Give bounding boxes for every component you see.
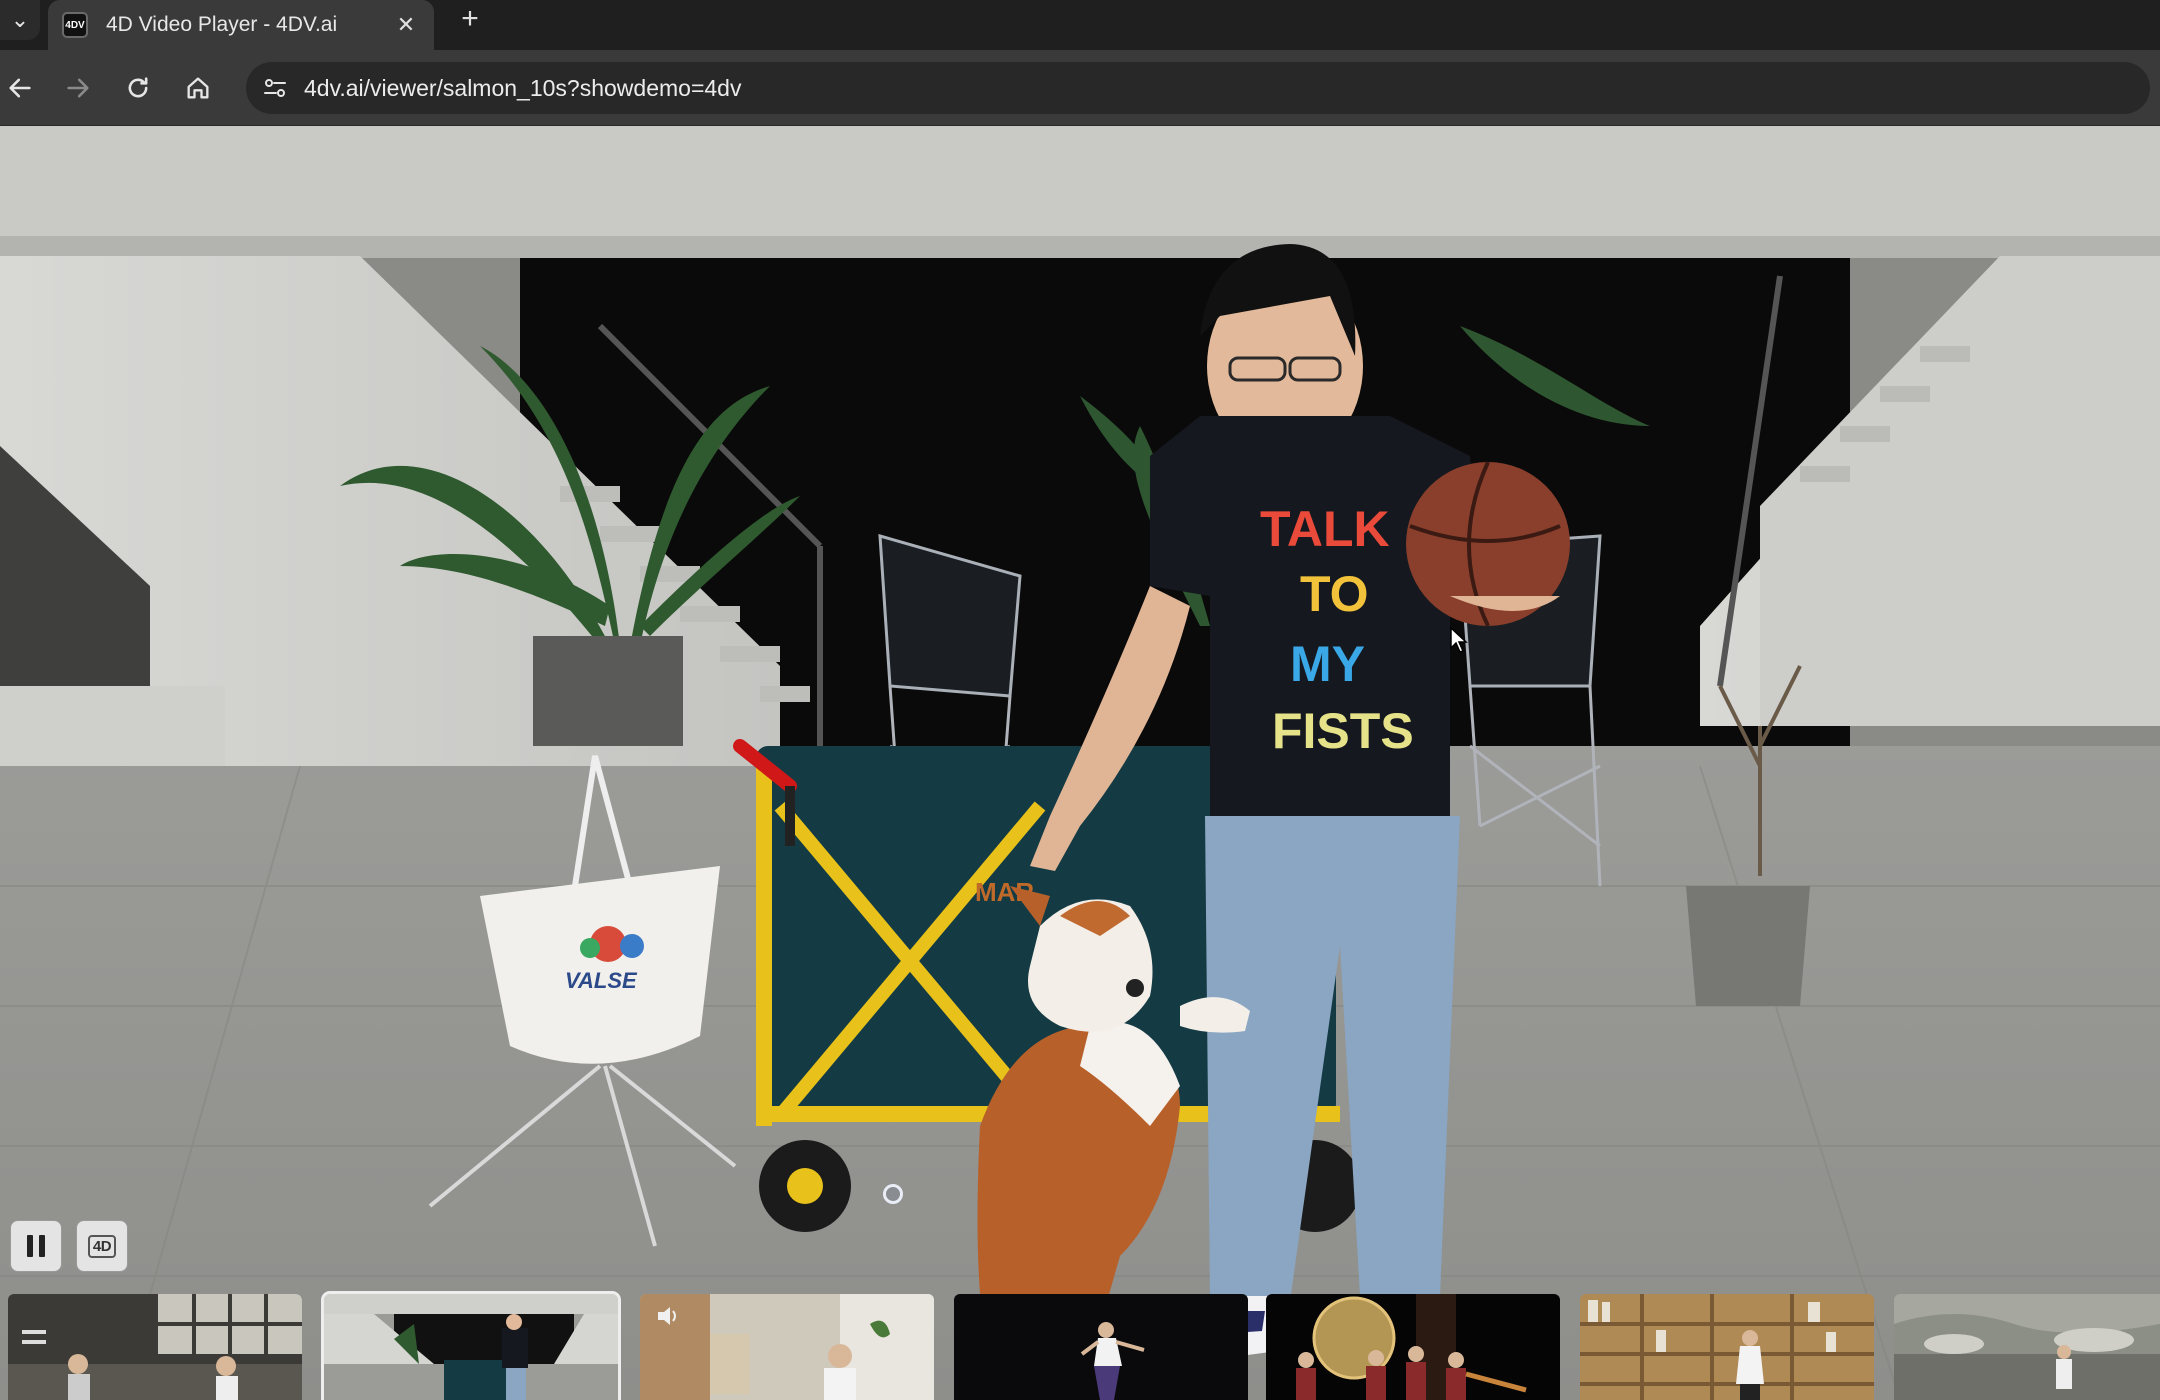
svg-text:FISTS: FISTS bbox=[1272, 703, 1414, 759]
thumbnail-image bbox=[1894, 1294, 2160, 1400]
thumbnail-image bbox=[8, 1294, 302, 1400]
video-thumbnail-living-room[interactable] bbox=[640, 1294, 934, 1400]
back-button[interactable] bbox=[0, 68, 40, 108]
tab-strip: ⌄ 4DV 4D Video Player - 4DV.ai ✕ + bbox=[0, 0, 2160, 50]
pause-icon bbox=[27, 1235, 45, 1257]
video-thumbnail-courtyard[interactable] bbox=[321, 1291, 621, 1400]
svg-text:MY: MY bbox=[1290, 636, 1365, 692]
arrow-right-icon bbox=[67, 78, 89, 98]
thumbnail-image bbox=[1580, 1294, 1874, 1400]
site-settings-icon bbox=[264, 79, 286, 97]
forward-button[interactable] bbox=[58, 68, 98, 108]
tab-search-button[interactable]: ⌄ bbox=[0, 0, 40, 40]
video-thumbnail-bookshelf[interactable] bbox=[1580, 1294, 1874, 1400]
thumbnail-image bbox=[640, 1294, 934, 1400]
tab-title: 4D Video Player - 4DV.ai bbox=[106, 13, 338, 36]
chevron-down-icon: ⌄ bbox=[10, 7, 30, 32]
browser-toolbar: 4dv.ai/viewer/salmon_10s?showdemo=4dv bbox=[0, 50, 2160, 126]
video-thumbnail-outdoor[interactable] bbox=[1894, 1294, 2160, 1400]
svg-text:TO: TO bbox=[1300, 566, 1369, 622]
address-bar[interactable]: 4dv.ai/viewer/salmon_10s?showdemo=4dv bbox=[246, 62, 2150, 114]
site-settings-button[interactable] bbox=[256, 70, 294, 106]
4d-mode-icon: 4D bbox=[87, 1234, 117, 1258]
thumbnail-image bbox=[954, 1294, 1248, 1400]
video-viewer[interactable]: MAR VALSE TALK TO MY FISTS 4D bbox=[0, 126, 2160, 1400]
favicon-icon: 4DV bbox=[62, 12, 88, 38]
pause-button[interactable] bbox=[10, 1220, 62, 1272]
svg-text:VALSE: VALSE bbox=[565, 968, 638, 993]
camera-orbit-marker[interactable] bbox=[883, 1184, 903, 1204]
thumbnail-image bbox=[324, 1294, 618, 1400]
video-thumbnail-dancer[interactable] bbox=[954, 1294, 1248, 1400]
svg-text:TALK: TALK bbox=[1260, 501, 1390, 557]
new-tab-button[interactable]: + bbox=[454, 4, 486, 36]
close-icon[interactable]: ✕ bbox=[394, 13, 418, 37]
reload-button[interactable] bbox=[118, 68, 158, 108]
arrow-left-icon bbox=[9, 78, 31, 98]
video-frame[interactable]: MAR VALSE TALK TO MY FISTS bbox=[0, 126, 2160, 1400]
video-thumbnail-band[interactable] bbox=[1266, 1294, 1560, 1400]
thumbnail-image bbox=[1266, 1294, 1560, 1400]
url-text[interactable]: 4dv.ai/viewer/salmon_10s?showdemo=4dv bbox=[304, 75, 741, 102]
home-icon bbox=[187, 77, 209, 99]
mouse-cursor-icon bbox=[1450, 626, 1468, 653]
view-mode-4d-button[interactable]: 4D bbox=[76, 1220, 128, 1272]
home-button[interactable] bbox=[178, 68, 218, 108]
reload-icon bbox=[128, 77, 148, 98]
tab-active[interactable]: 4DV 4D Video Player - 4DV.ai ✕ bbox=[48, 0, 434, 50]
video-thumbnail-workshop[interactable] bbox=[8, 1294, 302, 1400]
